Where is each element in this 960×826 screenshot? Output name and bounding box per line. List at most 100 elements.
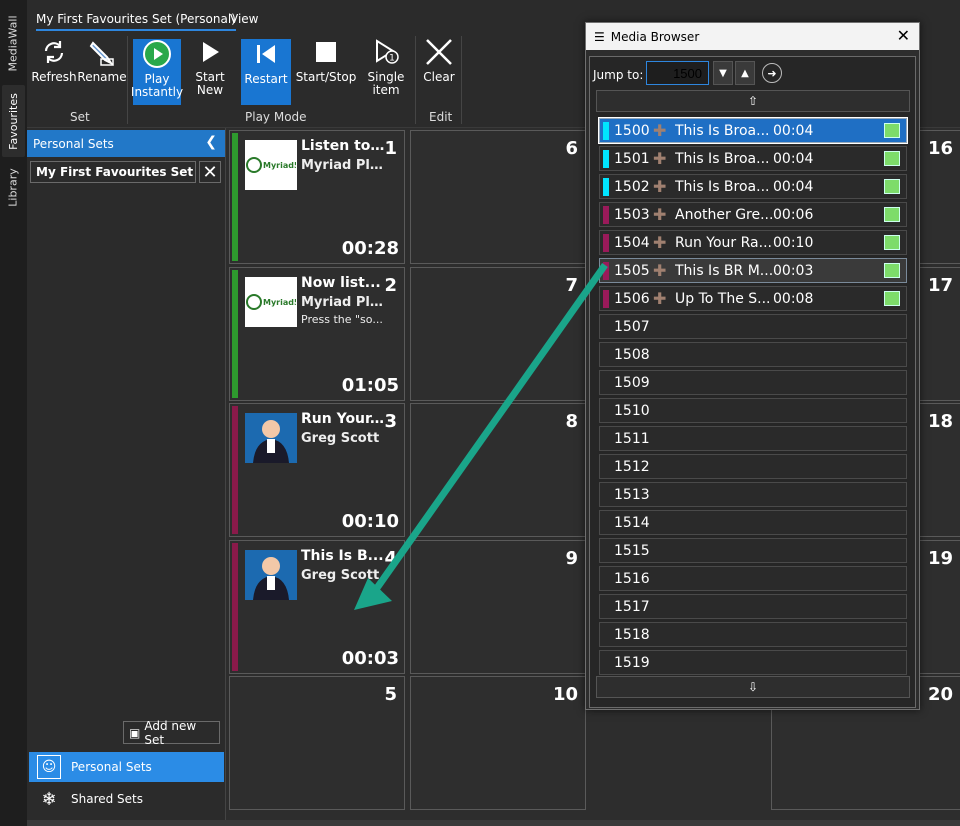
- plus-icon: ✚: [653, 261, 667, 280]
- jump-input[interactable]: [646, 61, 709, 85]
- media-title: Up To The S...: [675, 290, 771, 307]
- media-row[interactable]: 1514: [599, 510, 907, 535]
- grid-cell[interactable]: 1 Myriad5 Listen to... Myriad Pla... 00:28: [229, 130, 405, 264]
- cart-number: 1501: [614, 150, 650, 167]
- nav-shared-sets[interactable]: ❄ Shared Sets: [29, 784, 224, 814]
- ribbon-tab-set[interactable]: My First Favourites Set (Personal): [36, 12, 236, 31]
- play-icon: [195, 37, 225, 67]
- person-icon: ☺: [37, 755, 61, 779]
- group-label-edit: Edit: [429, 110, 453, 124]
- go-arrow-icon[interactable]: ➜: [762, 63, 782, 83]
- collapse-chevron-icon[interactable]: ❮: [205, 134, 217, 150]
- media-row[interactable]: 1502 ✚ This Is Broa... 00:04: [599, 174, 907, 199]
- media-row[interactable]: 1517: [599, 594, 907, 619]
- item-artist: Myriad Pla...: [301, 158, 391, 173]
- media-row[interactable]: 1509: [599, 370, 907, 395]
- plus-icon: ✚: [653, 121, 667, 140]
- single-item-button[interactable]: 1 Single item: [363, 37, 409, 105]
- media-row[interactable]: 1513: [599, 482, 907, 507]
- media-row[interactable]: 1506 ✚ Up To The S... 00:08: [599, 286, 907, 311]
- grid-cell[interactable]: 7: [410, 267, 586, 401]
- cell-number: 7: [565, 275, 578, 296]
- app-window: MediaWall Favourites Library My First Fa…: [0, 0, 960, 826]
- close-icon[interactable]: ✕: [199, 161, 221, 183]
- grid-cell[interactable]: 6: [410, 130, 586, 264]
- jump-down-button[interactable]: ▼: [713, 61, 733, 85]
- media-title: This Is Broa...: [675, 150, 770, 167]
- refresh-icon: [39, 37, 69, 67]
- cart-number: 1517: [614, 598, 650, 615]
- item-artist: Myriad Pla...: [301, 295, 391, 310]
- audio-status-icon: [884, 207, 900, 222]
- cart-number: 1511: [614, 430, 650, 447]
- share-icon: ❄: [41, 788, 57, 810]
- jump-label: Jump to:: [593, 68, 644, 82]
- close-icon[interactable]: ✕: [897, 26, 910, 45]
- group-separator: [415, 36, 416, 124]
- refresh-button[interactable]: Refresh: [31, 37, 77, 105]
- media-row[interactable]: 1501 ✚ This Is Broa... 00:04: [599, 146, 907, 171]
- media-row[interactable]: 1516: [599, 566, 907, 591]
- media-row[interactable]: 1510: [599, 398, 907, 423]
- set-list-item[interactable]: My First Favourites Set: [30, 161, 196, 183]
- plus-icon: ✚: [653, 177, 667, 196]
- grid-cell[interactable]: 5: [229, 676, 405, 810]
- media-duration: 00:10: [773, 234, 814, 251]
- item-artist: Greg Scott: [301, 568, 380, 583]
- grid-cell[interactable]: 8: [410, 403, 586, 537]
- scroll-down-button[interactable]: ⇩: [596, 676, 910, 698]
- media-row[interactable]: 1504 ✚ Run Your Ra... 00:10: [599, 230, 907, 255]
- clear-button[interactable]: Clear: [417, 37, 461, 105]
- grid-cell[interactable]: 9: [410, 540, 586, 674]
- ribbon-tab-view[interactable]: View: [230, 12, 258, 26]
- jump-up-button[interactable]: ▲: [735, 61, 755, 85]
- start-stop-button[interactable]: Start/Stop: [296, 37, 356, 105]
- scroll-up-button[interactable]: ⇧: [596, 90, 910, 112]
- cell-number: 17: [927, 275, 953, 296]
- cell-number: 2: [384, 275, 397, 296]
- media-row[interactable]: 1507: [599, 314, 907, 339]
- audio-status-icon: [884, 291, 900, 306]
- grid-cell[interactable]: 10: [410, 676, 586, 810]
- stop-icon: [311, 37, 341, 67]
- grid-cell[interactable]: 3 Run Your... Greg Scott 00:10: [229, 403, 405, 537]
- cart-number: 1506: [614, 290, 650, 307]
- audio-status-icon: [884, 151, 900, 166]
- tab-library[interactable]: Library: [2, 162, 25, 212]
- play-instantly-button[interactable]: Play Instantly: [131, 39, 183, 105]
- add-new-set-button[interactable]: ▣ Add new Set: [123, 719, 220, 747]
- tab-mediawall[interactable]: MediaWall: [2, 8, 25, 78]
- cart-number: 1518: [614, 626, 650, 643]
- artist-photo-thumbnail: [245, 413, 297, 463]
- rename-button[interactable]: Rename: [77, 37, 127, 105]
- start-new-button[interactable]: Start New: [187, 37, 233, 105]
- restart-icon: [251, 39, 281, 69]
- nav-personal-sets[interactable]: ☺ Personal Sets: [29, 752, 224, 782]
- svg-text:Myriad5: Myriad5: [263, 298, 296, 307]
- item-duration: 00:10: [341, 511, 399, 532]
- media-browser-titlebar[interactable]: ☰ Media Browser ✕: [586, 23, 919, 50]
- media-row[interactable]: 1512: [599, 454, 907, 479]
- media-row[interactable]: 1518: [599, 622, 907, 647]
- grid-cell[interactable]: 2 Myriad5 Now list... Myriad Pla... Press th…: [229, 267, 405, 401]
- media-row[interactable]: 1500 ✚ This Is Broa... 00:04: [598, 117, 908, 144]
- cart-number: 1502: [614, 178, 650, 195]
- cart-number: 1512: [614, 458, 650, 475]
- grid-cell[interactable]: 4 This Is B... Greg Scott 00:03: [229, 540, 405, 674]
- cart-number: 1519: [614, 654, 650, 671]
- category-bar: [232, 543, 238, 671]
- media-row[interactable]: 1515: [599, 538, 907, 563]
- cell-number: 20: [927, 684, 953, 705]
- panel-header: Personal Sets ❮: [27, 130, 225, 157]
- restart-button[interactable]: Restart: [241, 39, 291, 105]
- media-row[interactable]: 1505 ✚ This Is BR M... 00:03: [599, 258, 907, 283]
- media-row[interactable]: 1503 ✚ Another Gre... 00:06: [599, 202, 907, 227]
- media-row[interactable]: 1519: [599, 650, 907, 675]
- cart-number: 1516: [614, 570, 650, 587]
- cart-number: 1513: [614, 486, 650, 503]
- rename-pencil-icon: [87, 37, 117, 67]
- media-row[interactable]: 1508: [599, 342, 907, 367]
- media-row[interactable]: 1511: [599, 426, 907, 451]
- cart-number: 1500: [614, 122, 650, 139]
- tab-favourites[interactable]: Favourites: [2, 85, 25, 157]
